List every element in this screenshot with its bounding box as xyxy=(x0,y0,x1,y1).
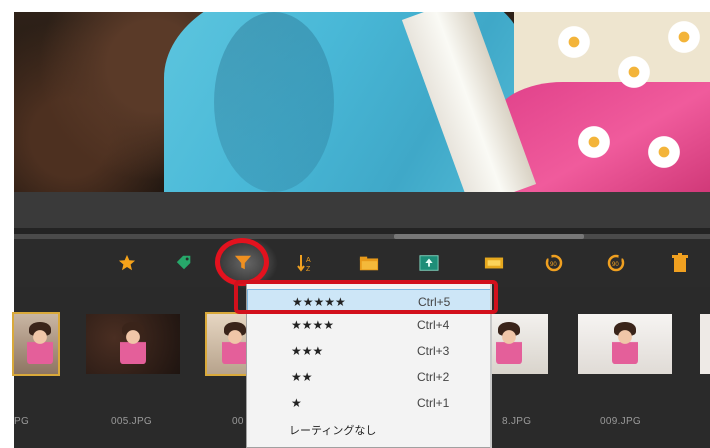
menu-item-rating-2[interactable]: ★★ Ctrl+2 xyxy=(247,365,491,389)
thumbnail-filename: PG xyxy=(14,416,30,427)
thumbnail[interactable] xyxy=(86,314,180,374)
thumbnail[interactable] xyxy=(12,312,60,376)
svg-text:90: 90 xyxy=(612,262,619,268)
svg-text:A: A xyxy=(306,257,311,264)
tag-icon[interactable] xyxy=(174,253,194,273)
folder-icon[interactable] xyxy=(359,253,379,273)
thumbnail[interactable] xyxy=(205,312,249,376)
thumbnail[interactable] xyxy=(492,314,548,374)
photo-viewer-app: A Z 90 90 PG 005.JPG 00 8.JPG 009.JPG ★★… xyxy=(0,0,710,448)
menu-item-no-rating[interactable]: レーティングなし xyxy=(247,417,491,441)
thumbnail[interactable] xyxy=(578,314,672,374)
sort-icon[interactable]: A Z xyxy=(297,253,317,273)
preview-photo xyxy=(14,12,710,192)
info-bar xyxy=(14,192,710,228)
star-icon[interactable] xyxy=(117,253,137,273)
svg-text:Z: Z xyxy=(306,266,311,273)
rating-stars: ★★★★ xyxy=(291,318,335,332)
export-icon[interactable] xyxy=(419,253,439,273)
menu-item-rating-1[interactable]: ★ Ctrl+1 xyxy=(247,391,491,415)
thumbnail[interactable] xyxy=(700,314,710,374)
shortcut-label: Ctrl+1 xyxy=(417,396,450,410)
thumbnail-filename: 00 xyxy=(232,416,244,427)
no-rating-label: レーティングなし xyxy=(289,425,377,437)
svg-text:90: 90 xyxy=(550,262,557,268)
menu-item-rating-3[interactable]: ★★★ Ctrl+3 xyxy=(247,339,491,363)
shortcut-label: Ctrl+2 xyxy=(417,370,450,384)
thumbnail-filename: 005.JPG xyxy=(111,416,153,427)
menu-item-highlight-frame xyxy=(234,280,498,314)
menu-item-rating-4[interactable]: ★★★★ Ctrl+4 xyxy=(247,313,491,337)
shortcut-label: Ctrl+3 xyxy=(417,344,450,358)
rating-stars: ★★ xyxy=(291,370,313,384)
thumbnail-filename: 8.JPG xyxy=(502,416,532,427)
filter-highlight-ring xyxy=(215,238,269,286)
trash-icon[interactable] xyxy=(670,253,690,273)
thumbnail-filename: 009.JPG xyxy=(600,416,642,427)
rating-stars: ★ xyxy=(291,396,302,410)
shortcut-label: Ctrl+4 xyxy=(417,318,450,332)
rating-stars: ★★★ xyxy=(291,344,324,358)
rotate-left-icon[interactable]: 90 xyxy=(544,253,564,273)
slideshow-icon[interactable] xyxy=(484,253,504,273)
rotate-right-icon[interactable]: 90 xyxy=(606,253,626,273)
